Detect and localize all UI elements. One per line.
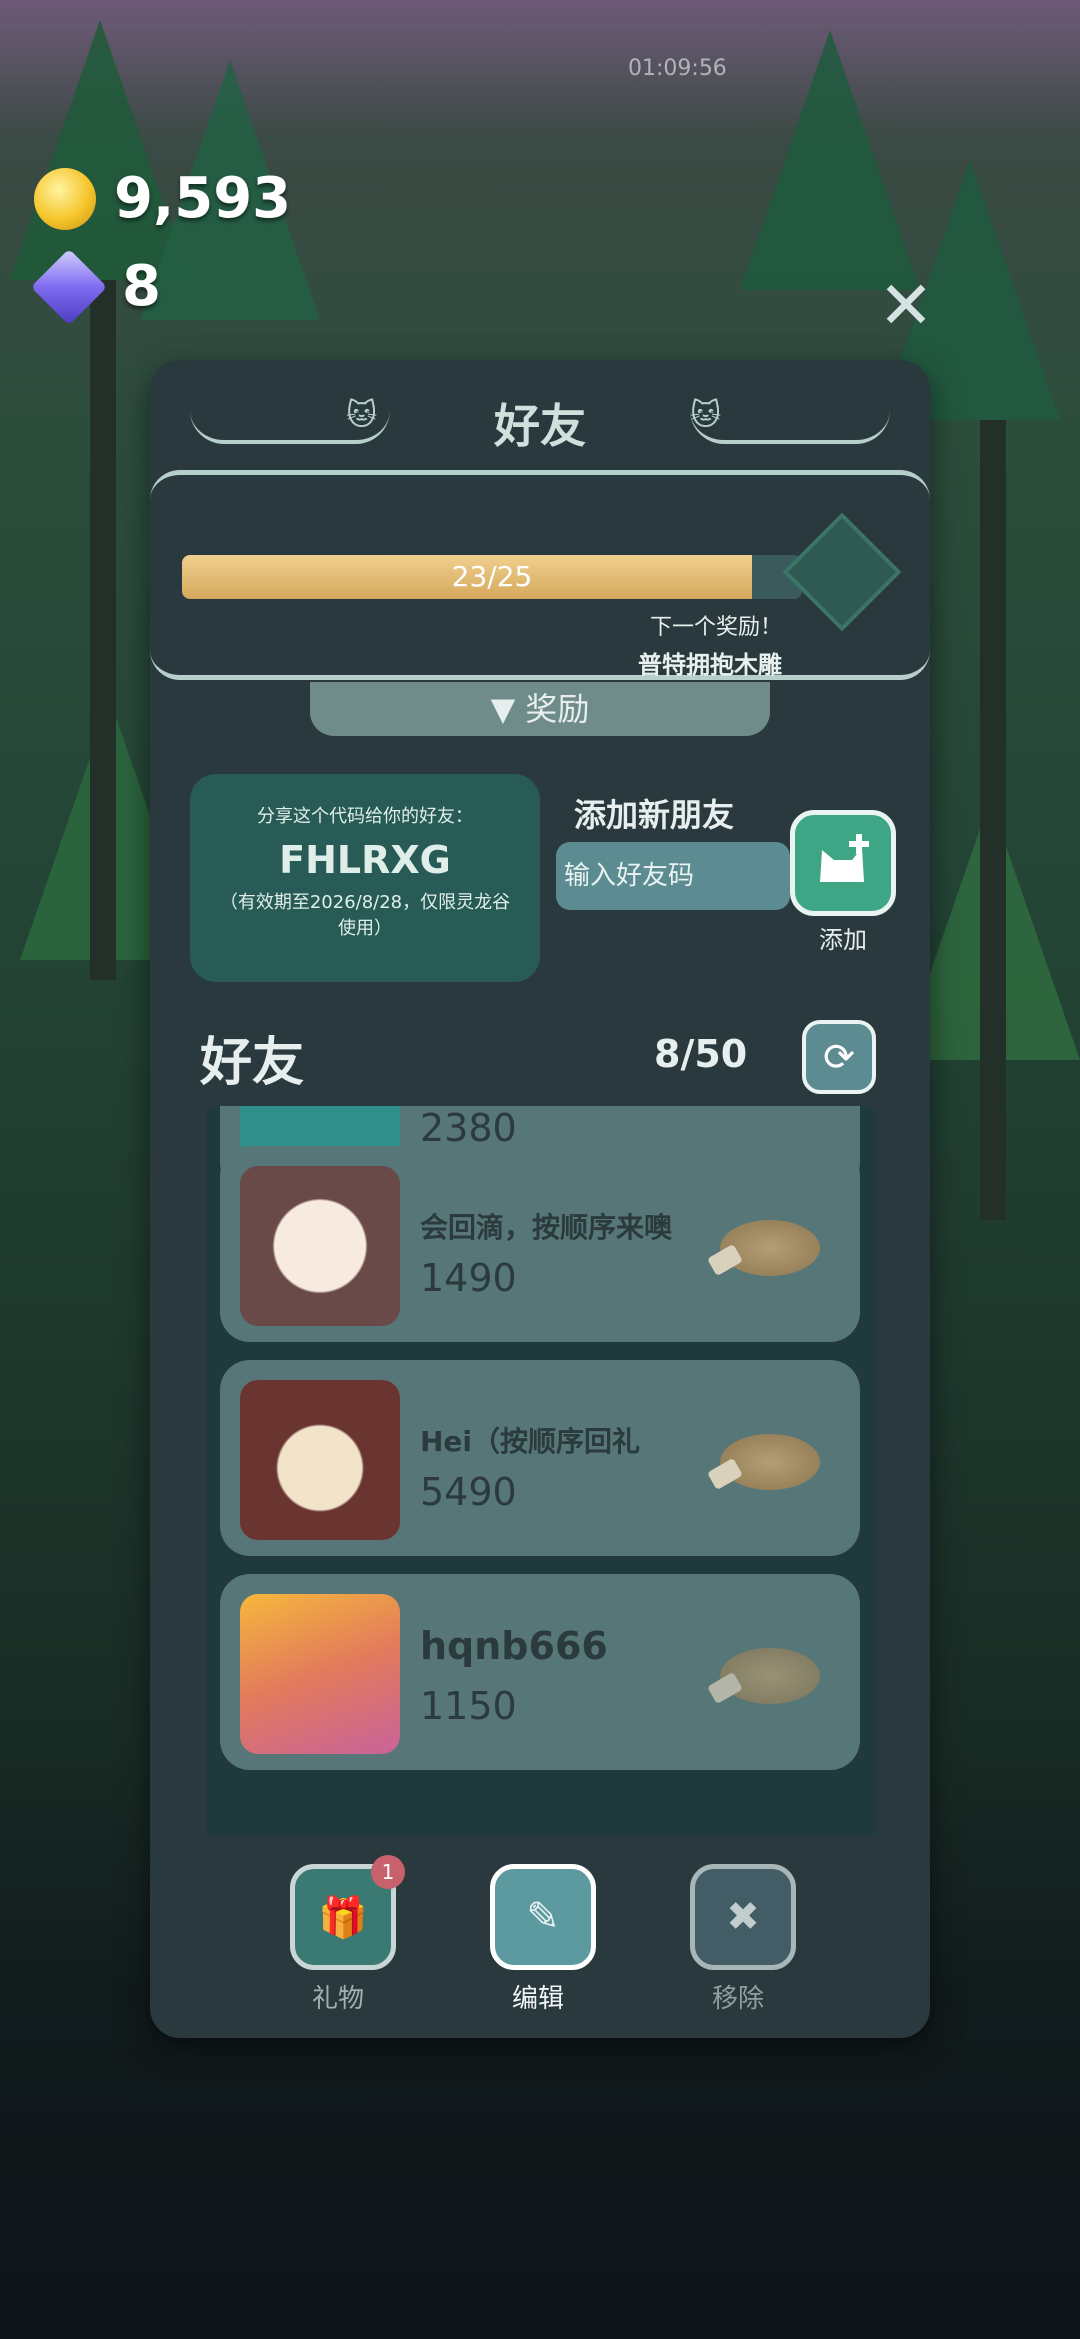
add-friend-button[interactable]	[790, 810, 896, 916]
cat-plus-icon	[820, 834, 869, 882]
share-code-card[interactable]: 分享这个代码给你的好友： FHLRXG （有效期至2026/8/28，仅限灵龙谷…	[190, 774, 540, 982]
tree-trunk	[980, 420, 1006, 1220]
rewards-toggle-label: 奖励	[525, 690, 590, 728]
list-item[interactable]: 会回滴，按顺序来噢 1490	[220, 1146, 860, 1342]
triangle-down-icon: ▼	[490, 690, 516, 728]
gift-bag-icon[interactable]	[720, 1434, 820, 1490]
gift-button[interactable]: 🎁 1	[290, 1855, 405, 1970]
coin-icon	[34, 167, 96, 230]
list-item[interactable]: hqnb666 1150	[220, 1574, 860, 1770]
next-reward-label: 下一个奖励！	[649, 615, 782, 640]
tree-trunk	[90, 280, 116, 980]
avatar	[240, 1594, 400, 1754]
friends-count: 8/50	[654, 1032, 748, 1076]
gem-icon	[30, 248, 108, 325]
refresh-button[interactable]: ⟳	[802, 1020, 876, 1094]
avatar	[240, 1166, 400, 1326]
list-item[interactable]: Hei（按顺序回礼 5490	[220, 1360, 860, 1556]
edit-button[interactable]: ✎	[490, 1864, 596, 1970]
code-expiry-note: （有效期至2026/8/28，仅限灵龙谷使用）	[219, 892, 511, 939]
next-reward-name: 普特拥抱木雕	[638, 651, 782, 679]
friend-score: 5490	[420, 1470, 517, 1514]
add-friend-title: 添加新朋友	[574, 796, 735, 834]
coin-amount: 9,593	[114, 166, 292, 231]
avatar	[240, 1380, 400, 1540]
gift-label: 礼物	[311, 1984, 364, 2014]
clock-readout: 01:09:56	[628, 56, 727, 81]
edit-label: 编辑	[511, 1984, 564, 2014]
remove-label: 移除	[711, 1984, 764, 2014]
gift-bag-icon[interactable]	[720, 1220, 820, 1276]
friend-score: 1490	[420, 1256, 517, 1300]
reward-progress-box: 23/25 下一个奖励！ 普特拥抱木雕	[150, 470, 930, 680]
friends-list[interactable]: 2380 会回滴，按顺序来噢 1490 Hei（按顺序回礼 5490 hqnb6…	[206, 1106, 876, 1836]
friends-panel: 🐱 好友 🐱 23/25 下一个奖励！ 普特拥抱木雕 ▼ 奖励 分享这个代码给你…	[150, 360, 930, 2038]
friend-name: hqnb666	[420, 1624, 608, 1668]
bottom-action-bar: 🎁 1 礼物 ✎ 编辑 ✖ 移除	[150, 1855, 930, 2024]
rewards-toggle[interactable]: ▼ 奖励	[310, 682, 770, 736]
cat-remove-icon: ✖	[726, 1894, 760, 1940]
pencil-icon: ✎	[526, 1894, 560, 1940]
gift-badge: 1	[371, 1855, 405, 1889]
reward-preview-icon	[782, 512, 902, 632]
friend-name: 会回滴，按顺序来噢	[420, 1211, 673, 1244]
refresh-icon: ⟳	[823, 1035, 855, 1079]
gift-bag-icon[interactable]	[720, 1648, 820, 1704]
gem-counter: 8	[30, 248, 161, 325]
close-icon[interactable]: ✕	[876, 273, 936, 339]
share-hint: 分享这个代码给你的好友：	[257, 806, 473, 827]
friend-name: Hei（按顺序回礼	[420, 1425, 641, 1458]
friend-score: 2380	[420, 1106, 517, 1150]
decor-line-right	[690, 410, 890, 444]
friend-code: FHLRXG	[279, 838, 451, 882]
coin-counter: 9,593	[34, 166, 291, 231]
gem-amount: 8	[122, 254, 161, 319]
progress-text: 23/25	[451, 560, 533, 593]
reward-progress-bar: 23/25	[182, 555, 802, 599]
friends-header: 好友	[200, 1033, 305, 1093]
friend-code-input[interactable]	[556, 842, 790, 910]
add-button-label: 添加	[819, 926, 867, 954]
gift-icon: 🎁	[318, 1894, 368, 1941]
friend-score: 1150	[420, 1684, 517, 1728]
remove-button[interactable]: ✖	[690, 1864, 796, 1970]
